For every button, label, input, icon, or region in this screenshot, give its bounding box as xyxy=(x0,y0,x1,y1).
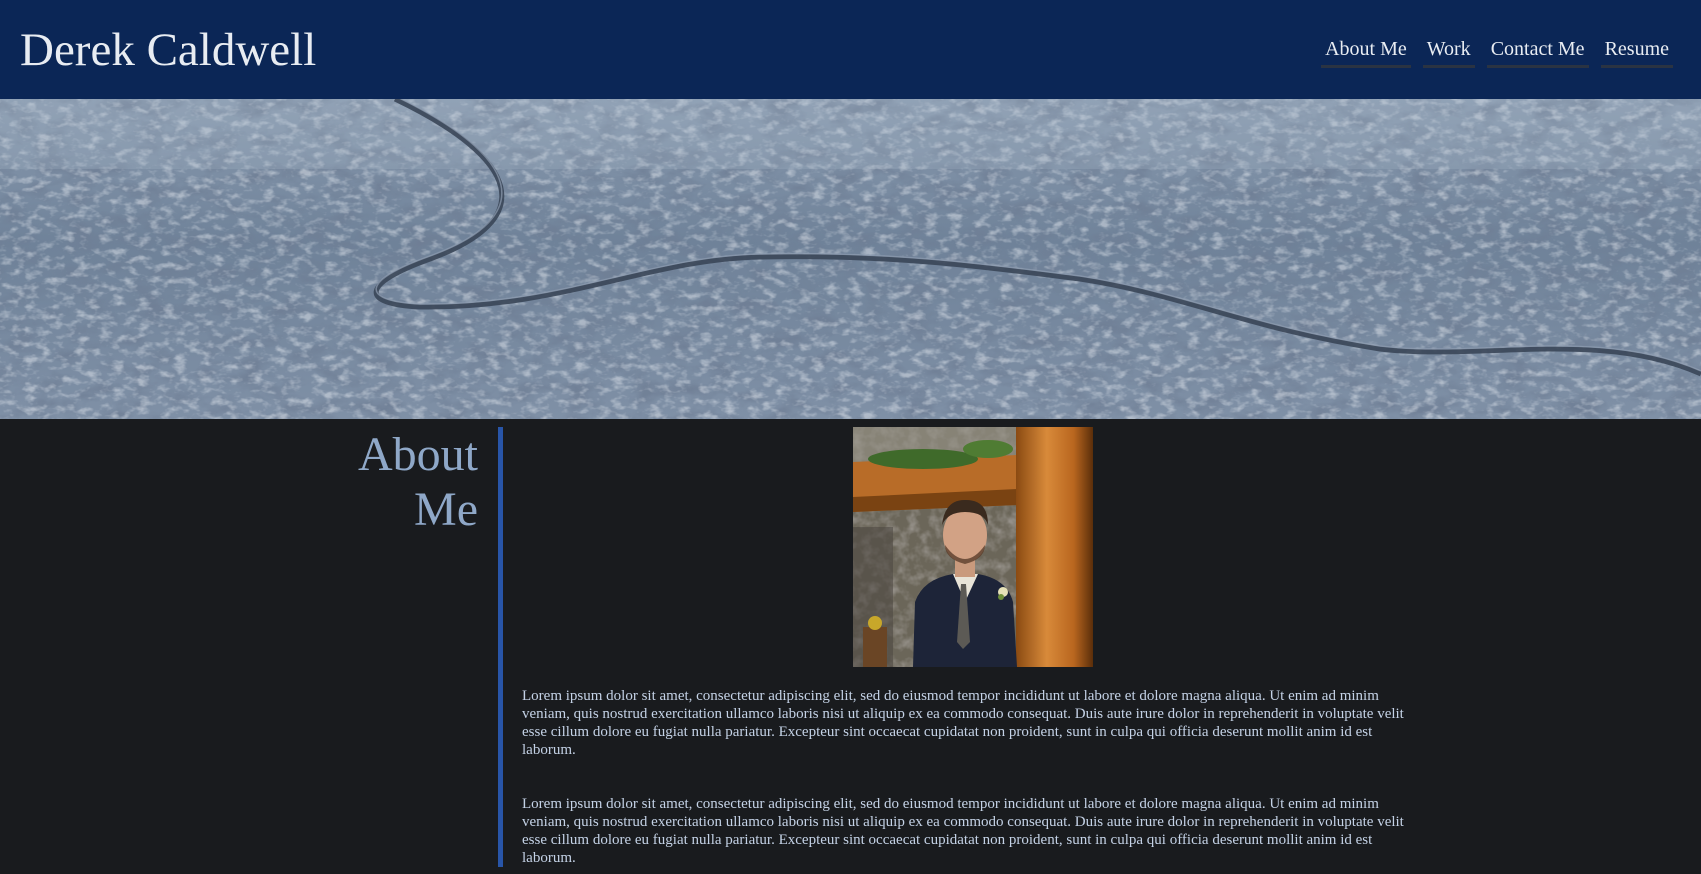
about-heading-line-2: Me xyxy=(414,483,478,536)
hero-banner-image xyxy=(0,99,1701,419)
main-nav: About Me Work Contact Me Resume xyxy=(1321,36,1673,68)
site-header: Derek Caldwell About Me Work Contact Me … xyxy=(0,0,1701,99)
about-paragraph-1: Lorem ipsum dolor sit amet, consectetur … xyxy=(522,688,1404,758)
portrait-image xyxy=(853,427,1093,667)
site-title: Derek Caldwell xyxy=(20,24,317,76)
aerial-winter-landscape-image xyxy=(0,99,1701,419)
section-divider xyxy=(498,427,503,867)
about-paragraph-2: Lorem ipsum dolor sit amet, consectetur … xyxy=(522,796,1404,866)
about-heading-line-1: About xyxy=(358,428,478,481)
nav-link-resume[interactable]: Resume xyxy=(1600,36,1673,68)
profile-photo xyxy=(853,427,1093,667)
about-me-heading: About Me xyxy=(278,427,478,537)
nav-link-work[interactable]: Work xyxy=(1422,36,1475,68)
nav-link-about-me[interactable]: About Me xyxy=(1321,36,1411,68)
nav-link-contact-me[interactable]: Contact Me xyxy=(1486,36,1589,68)
